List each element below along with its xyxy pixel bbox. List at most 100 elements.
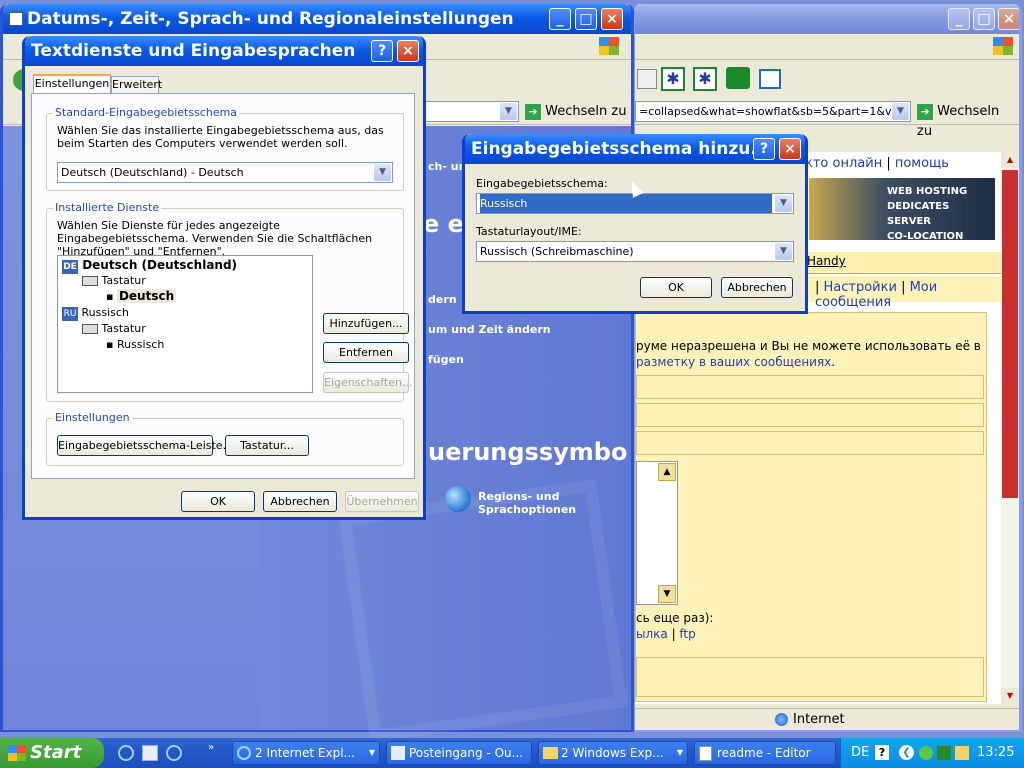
- tray-app-icon[interactable]: [919, 746, 933, 760]
- task-windows-explorer[interactable]: 2 Windows Exp... ▼: [538, 741, 688, 765]
- toolbar-icon[interactable]: [726, 67, 750, 89]
- outlook-icon: [391, 746, 405, 760]
- installed-services-group: Installierte Dienste Wählen Sie Dienste …: [46, 201, 412, 402]
- form-row[interactable]: [636, 375, 984, 399]
- ok-button[interactable]: OK: [181, 491, 255, 512]
- help-icon[interactable]: ?: [371, 40, 393, 62]
- maximize-icon[interactable]: □: [575, 8, 597, 30]
- scroll-up-icon[interactable]: ▲: [1001, 152, 1019, 168]
- scroll-thumb[interactable]: [1002, 170, 1018, 498]
- forum-body: руме неразрешена и Вы не можете использо…: [635, 312, 987, 702]
- scroll-down-icon[interactable]: ▼: [658, 585, 676, 603]
- folder-icon: [543, 747, 558, 759]
- maximize-icon[interactable]: □: [973, 8, 995, 30]
- tree-item-keyboard[interactable]: Tastatur: [82, 322, 146, 335]
- minimize-icon[interactable]: _: [948, 8, 970, 30]
- regional-titlebar: Datums-, Zeit-, Sprach- und Regionaleins…: [3, 4, 631, 34]
- regional-address-input[interactable]: ▼: [423, 101, 519, 122]
- apply-button[interactable]: Übernehmen: [345, 491, 419, 512]
- properties-button[interactable]: Eigenschaften...: [323, 372, 412, 393]
- system-tray: DE ? ❮ 13:25: [840, 738, 1024, 768]
- quick-launch-more-icon[interactable]: »: [208, 742, 214, 753]
- chevron-down-icon[interactable]: ▼: [775, 195, 792, 212]
- tree-item-german[interactable]: DE Deutsch (Deutschland): [62, 258, 237, 274]
- control-panel-icon: [9, 12, 23, 26]
- cancel-button[interactable]: Abbrechen: [721, 277, 793, 298]
- address-input[interactable]: =collapsed&what=showflat&sb=5&part=1&vc …: [635, 101, 911, 122]
- toolbar-icon[interactable]: ✱: [693, 67, 717, 91]
- vertical-scrollbar[interactable]: ▲ ▼: [1001, 152, 1019, 704]
- tray-app-icon[interactable]: [955, 746, 969, 760]
- go-arrow-icon: ➔: [525, 104, 541, 120]
- quick-launch-outlook-icon[interactable]: [142, 745, 158, 761]
- chevron-down-icon[interactable]: ▼: [374, 164, 391, 181]
- default-locale-select[interactable]: Deutsch (Deutschland) - Deutsch ▼: [57, 162, 393, 183]
- form-row[interactable]: [636, 657, 984, 697]
- quick-launch-ie-icon[interactable]: [166, 745, 182, 761]
- toolbar-icon[interactable]: [637, 69, 657, 89]
- form-row[interactable]: [636, 403, 984, 427]
- tab-advanced[interactable]: Erweitert: [111, 76, 162, 94]
- installed-services-tree[interactable]: DE Deutsch (Deutschland) Tastatur ▪ Deut…: [57, 255, 313, 393]
- task-internet-explorer[interactable]: 2 Internet Expl... ▼: [232, 741, 380, 765]
- chevron-down-icon[interactable]: ▼: [500, 103, 517, 120]
- tree-item-layout[interactable]: ▪ Deutsch: [106, 289, 177, 303]
- clock[interactable]: 13:25: [977, 745, 1014, 760]
- start-button[interactable]: Start: [0, 738, 104, 768]
- add-button[interactable]: Hinzufügen...: [323, 313, 409, 334]
- address-bar: =collapsed&what=showflat&sb=5&part=1&vc …: [635, 99, 1019, 139]
- key-settings-button[interactable]: Tastatur...: [225, 435, 309, 456]
- ie-icon: [237, 746, 251, 760]
- cancel-button[interactable]: Abbrechen: [263, 491, 337, 512]
- toolbar-icon[interactable]: ✱: [661, 67, 685, 91]
- minimize-icon[interactable]: _: [549, 8, 571, 30]
- task-outlook[interactable]: Posteingang - Ou...: [386, 741, 532, 765]
- windows-logo-icon: [8, 745, 26, 761]
- language-bar-button[interactable]: Eingabegebietsschema-Leiste...: [57, 435, 233, 456]
- quick-launch-ie-icon[interactable]: [118, 745, 134, 761]
- browser-window: _ □ × ✱ ✱ =collapsed&what=showflat&sb=5&…: [632, 4, 1022, 732]
- task-notepad[interactable]: readme - Editor: [694, 741, 836, 765]
- toolbar-icon[interactable]: [759, 69, 781, 89]
- browser-menubar: [635, 34, 1019, 60]
- tray-app-icon[interactable]: [937, 746, 951, 760]
- language-indicator[interactable]: DE: [851, 745, 869, 760]
- text-services-dialog: Textdienste und Eingabesprachen ? × Eins…: [22, 36, 426, 520]
- browser-toolbar: ✱ ✱: [635, 61, 1019, 97]
- tab-panel: Standard-Eingabegebietsschema Wählen Sie…: [31, 93, 415, 479]
- chevron-down-icon: ▼: [676, 748, 683, 757]
- close-icon[interactable]: ×: [397, 40, 419, 62]
- go-arrow-icon: ➔: [917, 104, 933, 120]
- message-textarea[interactable]: ▲ ▼: [636, 461, 678, 605]
- regional-go-button[interactable]: ➔ Wechseln zu: [525, 102, 629, 122]
- help-icon[interactable]: ?: [753, 138, 775, 160]
- tree-item-layout[interactable]: ▪ Russisch: [106, 338, 164, 351]
- tab-settings[interactable]: Einstellungen: [33, 74, 111, 94]
- chevron-down-icon[interactable]: ▼: [892, 103, 909, 120]
- help-icon[interactable]: ?: [875, 745, 889, 760]
- tree-item-russian[interactable]: RU Russisch: [62, 306, 129, 321]
- close-icon[interactable]: ×: [779, 138, 801, 160]
- go-button[interactable]: ➔ Wechseln zu: [917, 102, 1017, 139]
- scroll-down-icon[interactable]: ▼: [1001, 688, 1019, 704]
- tree-item-keyboard[interactable]: Tastatur: [82, 274, 146, 287]
- notepad-icon: [699, 746, 712, 761]
- ok-button[interactable]: OK: [640, 277, 712, 298]
- add-locale-dialog: Eingabegebietsschema hinzu... ? × Eingab…: [462, 134, 808, 314]
- chevron-down-icon[interactable]: ▼: [775, 243, 792, 260]
- add-locale-titlebar: Eingabegebietsschema hinzu... ? ×: [465, 134, 805, 164]
- default-locale-group: Standard-Eingabegebietsschema Wählen Sie…: [46, 106, 404, 191]
- chevron-down-icon: ▼: [368, 748, 375, 757]
- close-icon[interactable]: ×: [998, 8, 1019, 30]
- remove-button[interactable]: Entfernen: [323, 342, 409, 363]
- scroll-up-icon[interactable]: ▲: [658, 463, 676, 481]
- hosting-banner[interactable]: WEB HOSTING DEDICATES SERVER CO-LOCATION: [809, 178, 995, 242]
- close-icon[interactable]: ×: [601, 8, 623, 30]
- form-row[interactable]: [636, 431, 984, 455]
- chevron-left-icon[interactable]: ❮: [899, 745, 914, 760]
- windows-logo-icon: [599, 37, 619, 55]
- keyboard-layout-select[interactable]: Russisch (Schreibmaschine) ▼: [476, 241, 794, 262]
- language-flag-icon: RU: [62, 307, 78, 321]
- status-bar: Internet: [635, 708, 1019, 730]
- globe-icon: [775, 713, 788, 726]
